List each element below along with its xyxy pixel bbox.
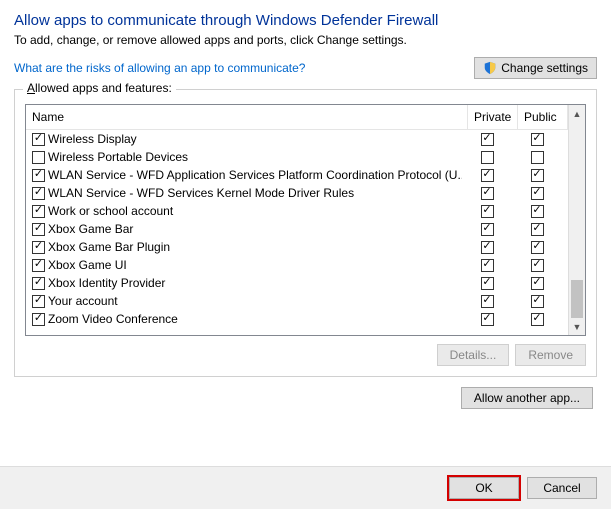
table-row[interactable]: Your account (26, 292, 568, 310)
table-row[interactable]: Xbox Game UI (26, 256, 568, 274)
private-checkbox[interactable] (481, 169, 494, 182)
enable-checkbox[interactable] (32, 187, 45, 200)
private-checkbox[interactable] (481, 259, 494, 272)
group-label: Allowed apps and features: (23, 81, 176, 95)
app-name: Your account (48, 292, 118, 310)
enable-checkbox[interactable] (32, 313, 45, 326)
allowed-apps-group: Allowed apps and features: Name Private … (14, 89, 597, 377)
table-row[interactable]: Work or school account (26, 202, 568, 220)
list-header: Name Private Public (26, 105, 568, 130)
allow-another-app-button[interactable]: Allow another app... (461, 387, 593, 409)
change-settings-button[interactable]: Change settings (474, 57, 597, 79)
public-checkbox[interactable] (531, 187, 544, 200)
risks-link[interactable]: What are the risks of allowing an app to… (14, 61, 305, 75)
app-name: WLAN Service - WFD Application Services … (48, 166, 462, 184)
app-name: Xbox Identity Provider (48, 274, 165, 292)
enable-checkbox[interactable] (32, 241, 45, 254)
enable-checkbox[interactable] (32, 205, 45, 218)
apps-list: Name Private Public Wireless DisplayWire… (25, 104, 586, 336)
table-row[interactable]: WLAN Service - WFD Application Services … (26, 166, 568, 184)
app-name: Work or school account (48, 202, 173, 220)
public-checkbox[interactable] (531, 241, 544, 254)
enable-checkbox[interactable] (32, 223, 45, 236)
table-row[interactable]: Wireless Portable Devices (26, 148, 568, 166)
enable-checkbox[interactable] (32, 277, 45, 290)
column-name[interactable]: Name (26, 105, 468, 129)
change-settings-label: Change settings (501, 61, 588, 75)
table-row[interactable]: Wireless Display (26, 130, 568, 148)
details-button[interactable]: Details... (437, 344, 510, 366)
column-public[interactable]: Public (518, 105, 568, 129)
dialog-footer: OK Cancel (0, 466, 611, 509)
public-checkbox[interactable] (531, 259, 544, 272)
scroll-up-button[interactable]: ▲ (569, 105, 585, 122)
remove-button[interactable]: Remove (515, 344, 586, 366)
table-row[interactable]: Xbox Game Bar Plugin (26, 238, 568, 256)
scroll-thumb[interactable] (571, 280, 583, 318)
private-checkbox[interactable] (481, 223, 494, 236)
page-subtitle: To add, change, or remove allowed apps a… (14, 33, 597, 47)
public-checkbox[interactable] (531, 295, 544, 308)
private-checkbox[interactable] (481, 313, 494, 326)
private-checkbox[interactable] (481, 133, 494, 146)
private-checkbox[interactable] (481, 277, 494, 290)
scroll-down-button[interactable]: ▼ (569, 318, 585, 335)
scroll-track[interactable] (569, 122, 585, 318)
table-row[interactable]: Zoom Video Conference (26, 310, 568, 328)
public-checkbox[interactable] (531, 223, 544, 236)
enable-checkbox[interactable] (32, 133, 45, 146)
scrollbar[interactable]: ▲ ▼ (568, 105, 585, 335)
ok-button[interactable]: OK (449, 477, 519, 499)
public-checkbox[interactable] (531, 151, 544, 164)
public-checkbox[interactable] (531, 205, 544, 218)
private-checkbox[interactable] (481, 151, 494, 164)
enable-checkbox[interactable] (32, 151, 45, 164)
app-name: Wireless Portable Devices (48, 148, 188, 166)
app-name: Wireless Display (48, 130, 137, 148)
table-row[interactable]: WLAN Service - WFD Services Kernel Mode … (26, 184, 568, 202)
private-checkbox[interactable] (481, 187, 494, 200)
table-row[interactable]: Xbox Identity Provider (26, 274, 568, 292)
app-name: Xbox Game Bar (48, 220, 133, 238)
app-name: Xbox Game UI (48, 256, 127, 274)
page-title: Allow apps to communicate through Window… (14, 12, 597, 29)
public-checkbox[interactable] (531, 277, 544, 290)
shield-icon (483, 61, 497, 75)
app-name: Zoom Video Conference (48, 310, 178, 328)
enable-checkbox[interactable] (32, 259, 45, 272)
public-checkbox[interactable] (531, 133, 544, 146)
cancel-button[interactable]: Cancel (527, 477, 597, 499)
public-checkbox[interactable] (531, 169, 544, 182)
enable-checkbox[interactable] (32, 169, 45, 182)
public-checkbox[interactable] (531, 313, 544, 326)
table-row[interactable]: Xbox Game Bar (26, 220, 568, 238)
private-checkbox[interactable] (481, 295, 494, 308)
private-checkbox[interactable] (481, 241, 494, 254)
app-name: WLAN Service - WFD Services Kernel Mode … (48, 184, 354, 202)
private-checkbox[interactable] (481, 205, 494, 218)
enable-checkbox[interactable] (32, 295, 45, 308)
column-private[interactable]: Private (468, 105, 518, 129)
app-name: Xbox Game Bar Plugin (48, 238, 170, 256)
